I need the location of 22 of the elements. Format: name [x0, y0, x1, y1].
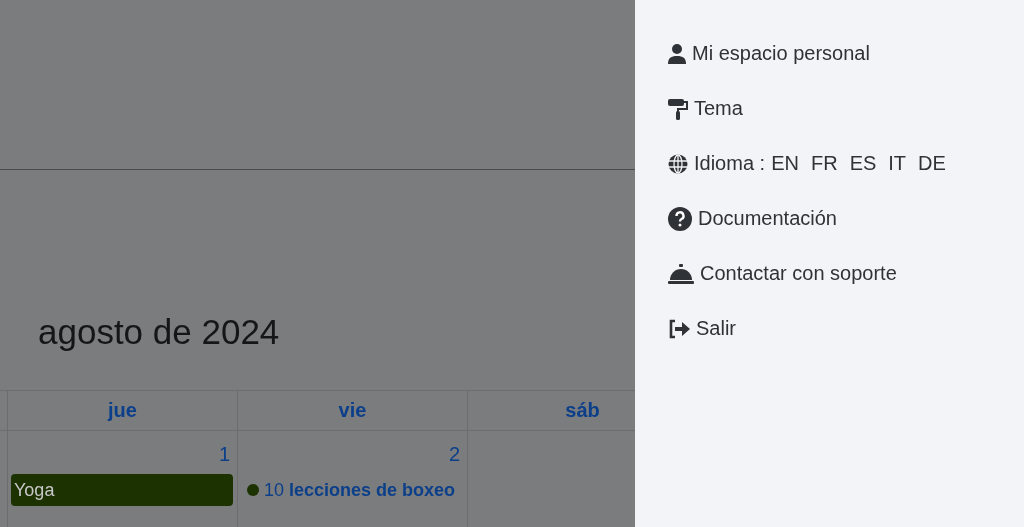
language-link[interactable]: FR — [810, 152, 838, 175]
menu-item[interactable]: Documentación — [698, 207, 837, 230]
globe-icon — [668, 153, 688, 174]
menu-item[interactable]: Tema — [694, 97, 743, 120]
language-link[interactable]: IT — [888, 152, 907, 175]
calendar-event[interactable]: Yoga — [11, 474, 233, 506]
weekday-header: vie — [338, 399, 367, 422]
weekday-header: sáb — [565, 399, 600, 422]
menu-item[interactable]: Salir — [696, 317, 736, 340]
month-title: agosto de 2024 — [37, 311, 281, 353]
paint-roller-icon — [668, 97, 688, 120]
menu-item[interactable]: Contactar con soporte — [700, 262, 897, 285]
language-link[interactable]: ES — [849, 152, 877, 175]
help-icon — [668, 206, 692, 231]
language-label: Idioma : — [694, 152, 766, 175]
menu-item[interactable]: Mi espacio personal — [692, 42, 870, 65]
sign-out-icon — [668, 318, 690, 339]
user-icon — [668, 43, 686, 64]
bell-icon — [668, 263, 694, 284]
language-link[interactable]: DE — [918, 152, 946, 175]
weekday-header: jue — [108, 399, 137, 422]
language-link[interactable]: EN — [771, 152, 799, 175]
